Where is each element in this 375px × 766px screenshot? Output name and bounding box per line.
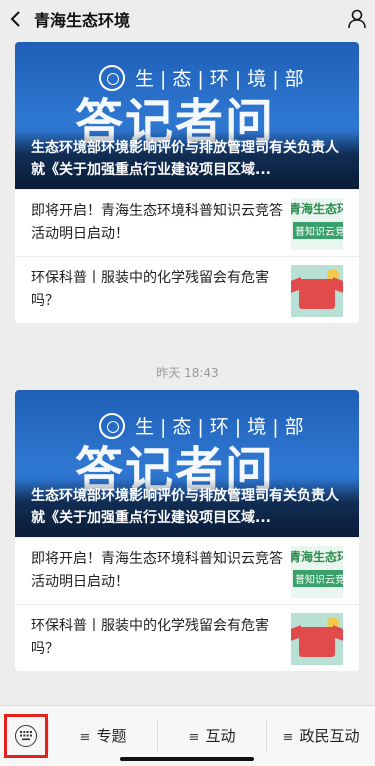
thumb-text: 青海生态环 [291,202,343,216]
page-title: 青海生态环境 [34,11,131,30]
menu-label: 专题 [96,727,127,745]
menu-lines-icon: ≡ [188,730,200,745]
cover-headline[interactable]: 生态环境部环境影响评价与排放管理司有关负责人就《关于加强重点行业建设项目区域..… [15,479,359,537]
list-item[interactable]: 即将开启！青海生态环境科普知识云竞答活动明日启动！ 青海生态环 普知识云竞 [15,189,359,256]
thumb-text: 普知识云竞 [293,570,343,587]
shirt-icon [299,279,335,309]
quiz-thumbnail: 青海生态环 普知识云竞 [291,198,343,250]
message-timestamp: 昨天 18:43 [156,366,219,380]
back-button[interactable] [0,0,30,38]
ministry-logo: 生|态|环|境|部 [99,412,310,439]
top-bar: 青海生态环境 [0,0,375,38]
logo-text: 生|态|环|境|部 [135,416,310,438]
article-cover[interactable]: 生|态|环|境|部 答记者问 生态环境部环境影响评价与排放管理司有关负责人就《关… [15,42,359,189]
quiz-thumbnail: 青海生态环 普知识云竞 [291,546,343,598]
menu-label: 政民互动 [299,727,360,745]
keyboard-keys-icon [20,731,32,741]
list-item-title: 即将开启！青海生态环境科普知识云竞答活动明日启动！ [31,551,283,590]
thumb-text: 普知识云竞 [293,222,343,239]
article-card: 生|态|环|境|部 答记者问 生态环境部环境影响评价与排放管理司有关负责人就《关… [15,42,359,323]
menu-lines-icon: ≡ [79,730,91,745]
person-icon [348,9,366,29]
list-item[interactable]: 环保科普丨服装中的化学残留会有危害吗？ [15,256,359,323]
menu-gov-interaction[interactable]: ≡ 政民互动 [266,720,375,752]
list-item-title: 环保科普丨服装中的化学残留会有危害吗？ [31,618,269,657]
keyboard-toggle-button[interactable] [4,714,48,758]
chevron-left-icon [10,11,20,27]
list-item[interactable]: 即将开启！青海生态环境科普知识云竞答活动明日启动！ 青海生态环 普知识云竞 [15,537,359,604]
menu-interaction[interactable]: ≡ 互动 [157,720,266,752]
profile-button[interactable] [339,0,375,38]
thumb-text: 青海生态环 [291,550,343,564]
list-item-title: 即将开启！青海生态环境科普知识云竞答活动明日启动！ [31,203,283,242]
shirt-thumbnail [291,265,343,317]
article-cover[interactable]: 生|态|环|境|部 答记者问 生态环境部环境影响评价与排放管理司有关负责人就《关… [15,390,359,537]
ministry-logo: 生|态|环|境|部 [99,64,310,91]
emblem-icon [99,412,125,439]
menu-lines-icon: ≡ [282,730,294,745]
list-item-title: 环保科普丨服装中的化学残留会有危害吗？ [31,270,269,309]
emblem-icon [99,64,125,91]
logo-text: 生|态|环|境|部 [135,68,310,90]
article-card: 生|态|环|境|部 答记者问 生态环境部环境影响评价与排放管理司有关负责人就《关… [15,390,359,671]
cover-headline[interactable]: 生态环境部环境影响评价与排放管理司有关负责人就《关于加强重点行业建设项目区域..… [15,131,359,189]
list-item[interactable]: 环保科普丨服装中的化学残留会有危害吗？ [15,604,359,671]
menu-topics[interactable]: ≡ 专题 [48,720,157,752]
home-indicator [120,757,254,761]
shirt-thumbnail [291,613,343,665]
menu-label: 互动 [205,727,236,745]
shirt-icon [299,627,335,657]
keyboard-icon [15,725,37,747]
